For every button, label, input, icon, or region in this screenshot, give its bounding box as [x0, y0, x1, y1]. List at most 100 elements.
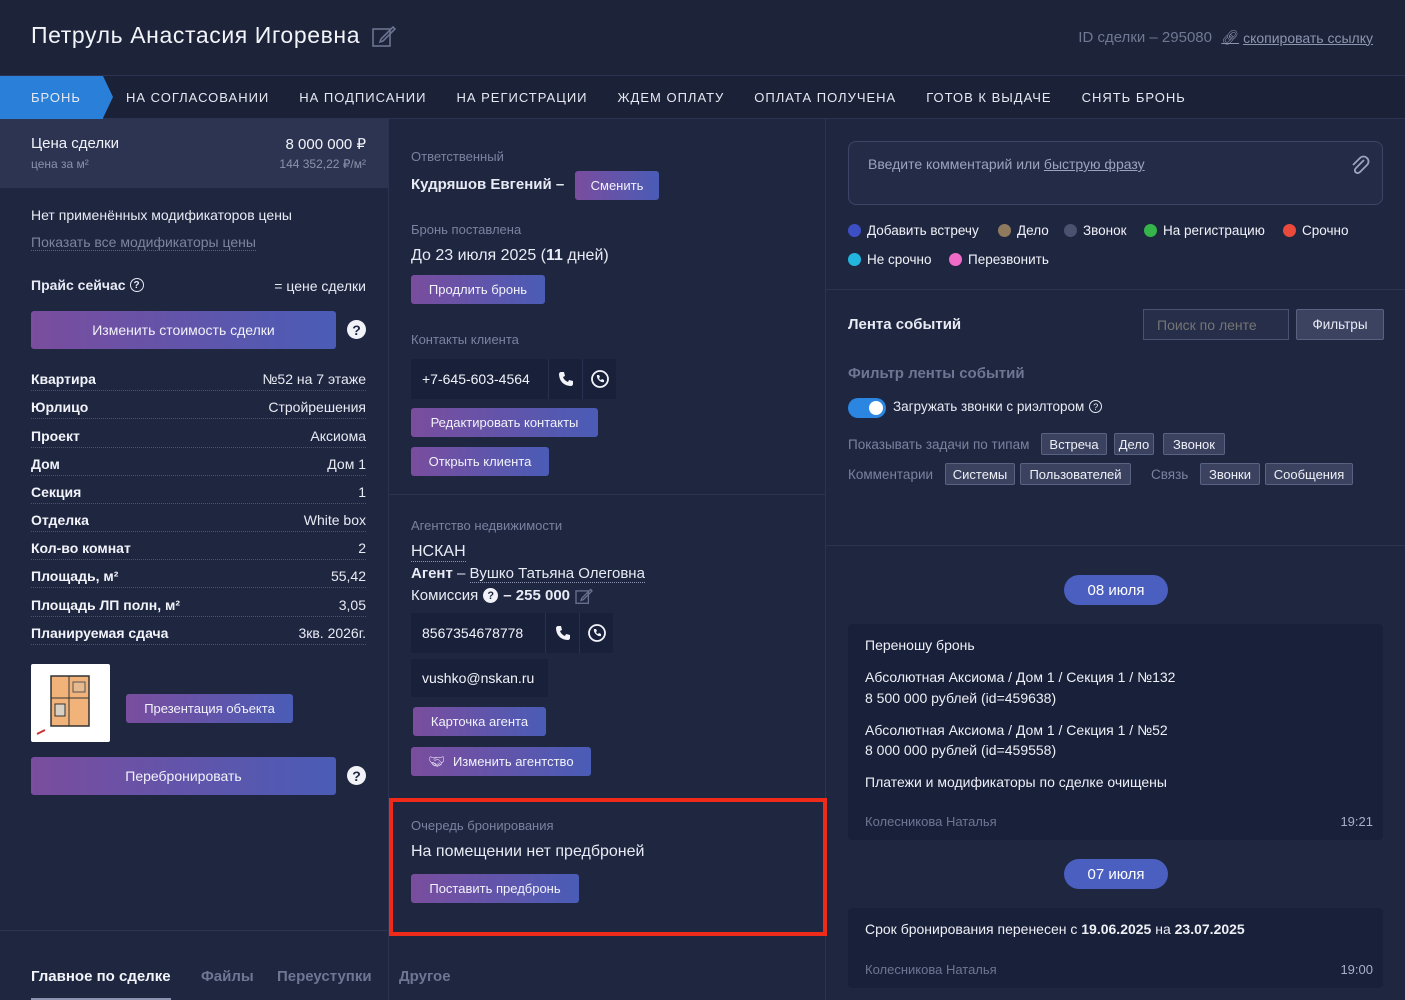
tab-assignments[interactable]: Переуступки	[277, 968, 372, 985]
no-modifiers-text: Нет применённых модификаторов цены	[31, 207, 292, 223]
show-modifiers-link[interactable]: Показать все модификаторы цены	[31, 234, 256, 251]
divider	[826, 289, 1405, 290]
info-icon[interactable]: ?	[129, 278, 144, 292]
floor-plan-thumbnail[interactable]	[31, 664, 110, 742]
chip-task[interactable]: Дело	[1114, 433, 1154, 455]
event-card: Срок бронирования перенесен с 19.06.2025…	[848, 908, 1383, 988]
property-row: Планируемая сдача 3кв. 2026г.	[31, 625, 366, 645]
tab-bron[interactable]: БРОНЬ	[0, 75, 113, 119]
agent-phone: 8567354678778	[422, 625, 524, 641]
help-icon[interactable]: ?	[347, 766, 366, 785]
chip-messages[interactable]: Сообщения	[1265, 463, 1353, 485]
tab-soglasovanie[interactable]: НА СОГЛАСОВАНИИ	[111, 76, 284, 119]
chip-users[interactable]: Пользователей	[1020, 463, 1131, 485]
help-icon[interactable]: ?	[483, 588, 499, 603]
paperclip-icon[interactable]	[1350, 154, 1370, 176]
tab-files[interactable]: Файлы	[201, 968, 254, 985]
tab-registration[interactable]: НА РЕГИСТРАЦИИ	[441, 76, 602, 119]
help-icon[interactable]: ?	[347, 320, 366, 339]
legend-item[interactable]: Дело	[998, 223, 1049, 238]
filters-button[interactable]: Фильтры	[1296, 309, 1384, 340]
property-value: 55,42	[330, 568, 366, 584]
phone-icon[interactable]	[545, 613, 579, 653]
feed-search-input[interactable]	[1143, 309, 1289, 340]
legend-item[interactable]: Срочно	[1283, 223, 1348, 238]
property-key: Кол-во комнат	[31, 540, 131, 556]
property-key: Площадь, м²	[31, 568, 119, 584]
property-key: Отделка	[31, 512, 89, 528]
tab-waiting-payment[interactable]: ЖДЕМ ОПЛАТУ	[603, 76, 740, 119]
agent-email[interactable]: vushko@nskan.ru	[411, 670, 534, 686]
price-label: Цена сделки	[31, 135, 120, 152]
legend-item[interactable]: Перезвонить	[949, 252, 1049, 267]
tab-cancel-booking[interactable]: СНЯТЬ БРОНЬ	[1067, 76, 1201, 119]
whatsapp-icon[interactable]	[582, 359, 616, 399]
legend-label: Не срочно	[867, 252, 932, 267]
comment-input[interactable]: Введите комментарий или быструю фразу	[848, 141, 1383, 205]
edit-icon[interactable]	[575, 588, 593, 604]
change-price-button[interactable]: Изменить стоимость сделки	[31, 311, 336, 349]
legend-item[interactable]: На регистрацию	[1144, 223, 1265, 238]
whatsapp-icon[interactable]	[579, 613, 613, 653]
change-responsible-button[interactable]: Сменить	[575, 171, 659, 200]
tab-ready[interactable]: ГОТОВ К ВЫДАЧЕ	[911, 76, 1066, 119]
legend-label: На регистрацию	[1163, 223, 1265, 238]
event-author: Колесникова Наталья	[865, 814, 997, 829]
copy-link[interactable]: 🔗︎ скопировать ссылку	[1221, 29, 1373, 46]
client-name: Петруль Анастасия Игоревна	[31, 22, 361, 48]
agent-email-box: vushko@nskan.ru	[411, 659, 548, 697]
rebook-button[interactable]: Перебронировать	[31, 757, 336, 795]
toggle-label-row: Загружать звонки с риэлтором ?	[893, 399, 1103, 414]
tab-main[interactable]: Главное по сделке	[31, 968, 171, 1000]
legend-item[interactable]: Добавить встречу	[848, 223, 979, 238]
legend-item[interactable]: Не срочно	[848, 252, 931, 267]
chip-calls[interactable]: Звонки	[1200, 463, 1260, 485]
property-row: Площадь, м² 55,42	[31, 568, 366, 588]
agent-card-button[interactable]: Карточка агента	[413, 707, 546, 736]
property-row: Дом Дом 1	[31, 456, 366, 476]
legend-item[interactable]: Звонок	[1064, 223, 1127, 238]
tab-podpisanie[interactable]: НА ПОДПИСАНИИ	[284, 76, 441, 119]
price-value: 8 000 000 ₽	[285, 136, 366, 153]
booking-days: 11	[546, 247, 563, 264]
link-label: Связь	[1151, 467, 1189, 482]
events-column: Введите комментарий или быструю фразу До…	[826, 119, 1405, 1000]
event-text-mid: на	[1151, 921, 1175, 937]
agent-name[interactable]: Вушко Татьяна Олеговна	[469, 565, 645, 583]
property-row: Кол-во комнат 2	[31, 540, 366, 560]
date-separator: 07 июля	[1064, 859, 1168, 889]
property-value: 2	[358, 540, 366, 556]
open-client-button[interactable]: Открыть клиента	[411, 447, 549, 476]
legend-label: Звонок	[1083, 223, 1127, 238]
calls-toggle[interactable]	[848, 398, 886, 418]
comment-placeholder-text: Введите комментарий или	[868, 156, 1044, 172]
responsible-name: Кудряшов Евгений –	[411, 176, 565, 193]
link-icon: 🔗︎	[1221, 29, 1240, 45]
chip-system[interactable]: Системы	[945, 463, 1015, 485]
change-agency-button[interactable]: 🤝︎ Изменить агентство	[411, 747, 591, 776]
chip-call[interactable]: Звонок	[1163, 433, 1225, 455]
legend-dot-icon	[1144, 224, 1157, 237]
edit-contacts-button[interactable]: Редактировать контакты	[411, 408, 598, 437]
legend-dot-icon	[848, 253, 861, 266]
event-text: Абсолютная Аксиома / Дом 1 / Секция 1 / …	[865, 669, 1176, 685]
info-icon[interactable]: ?	[1089, 400, 1103, 413]
property-row: Юрлицо Стройрешения	[31, 399, 366, 419]
property-value: Аксиома	[310, 428, 366, 444]
chip-meeting[interactable]: Встреча	[1041, 433, 1107, 455]
property-value: 1	[358, 484, 366, 500]
tab-payment-received[interactable]: ОПЛАТА ПОЛУЧЕНА	[739, 76, 911, 119]
agent-row: Агент – Вушко Татьяна Олеговна	[411, 565, 645, 583]
presentation-button[interactable]: Презентация объекта	[126, 694, 293, 723]
edit-icon[interactable]	[372, 25, 397, 47]
event-text: Абсолютная Аксиома / Дом 1 / Секция 1 / …	[865, 722, 1168, 738]
client-contacts-label: Контакты клиента	[411, 332, 519, 347]
quick-phrase-link[interactable]: быструю фразу	[1044, 156, 1145, 172]
divider	[389, 494, 825, 495]
show-tasks-label: Показывать задачи по типам	[848, 437, 1030, 452]
extend-booking-button[interactable]: Продлить бронь	[411, 275, 545, 304]
phone-icon[interactable]	[548, 359, 582, 399]
legend-dot-icon	[1283, 224, 1296, 237]
agency-name[interactable]: НСКАН	[411, 543, 466, 562]
price-now: Прайс сейчас ?	[31, 277, 144, 293]
